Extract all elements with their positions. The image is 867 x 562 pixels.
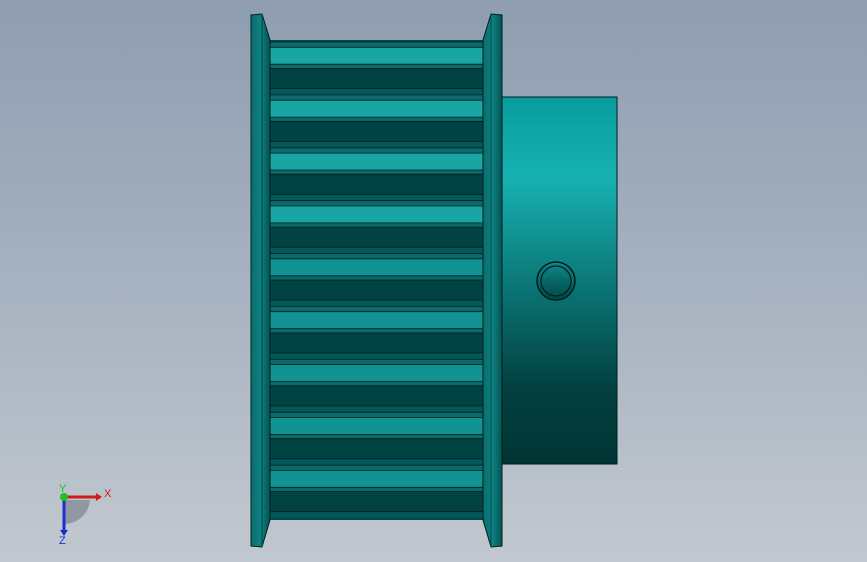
tooth-band xyxy=(270,222,483,228)
graphics-viewport[interactable]: X Z Y xyxy=(0,0,867,562)
tooth-band xyxy=(270,68,483,89)
tooth-band xyxy=(270,64,483,69)
tooth-band xyxy=(270,405,483,413)
right-flange[interactable] xyxy=(482,13,503,548)
tooth-band xyxy=(270,147,483,154)
tooth-band xyxy=(270,328,483,333)
tooth-band xyxy=(270,465,483,471)
tooth-band xyxy=(270,247,483,254)
x-axis-label: X xyxy=(104,488,112,500)
tooth-band xyxy=(270,258,483,276)
tooth-band xyxy=(270,194,483,201)
tooth-band xyxy=(270,280,483,301)
pulley-model[interactable] xyxy=(0,0,867,562)
tooth-band xyxy=(270,300,483,307)
tooth-band xyxy=(270,47,483,65)
y-axis-label: Y xyxy=(59,483,67,495)
teeth-section[interactable] xyxy=(268,40,484,520)
tooth-band xyxy=(270,306,483,312)
tooth-band xyxy=(270,88,483,95)
tooth-band xyxy=(270,311,483,329)
tooth-band xyxy=(270,458,483,466)
tooth-band xyxy=(270,200,483,206)
tooth-band xyxy=(270,141,483,148)
left-flange[interactable] xyxy=(250,13,271,548)
tooth-band xyxy=(270,94,483,101)
tooth-band xyxy=(270,227,483,248)
tooth-band xyxy=(270,174,483,195)
tooth-band xyxy=(270,253,483,259)
tooth-band xyxy=(270,434,483,439)
tooth-band xyxy=(270,100,483,118)
tooth-band xyxy=(270,417,483,435)
tooth-band xyxy=(270,121,483,142)
tooth-band xyxy=(270,385,483,406)
triad-shadow xyxy=(64,500,90,525)
coordinate-triad: X Z Y xyxy=(59,483,112,547)
tooth-band xyxy=(270,487,483,492)
hub[interactable] xyxy=(499,96,618,465)
tooth-band xyxy=(270,491,483,512)
tooth-band xyxy=(270,153,483,170)
tooth-band xyxy=(270,332,483,353)
tooth-band xyxy=(270,117,483,122)
tooth-band xyxy=(270,42,483,48)
tooth-band xyxy=(270,364,483,382)
tooth-band xyxy=(270,381,483,386)
z-axis-label: Z xyxy=(59,535,66,547)
tooth-band xyxy=(270,353,483,360)
tooth-band xyxy=(270,206,483,223)
tooth-band xyxy=(270,359,483,365)
tooth-band xyxy=(270,438,483,459)
tooth-band xyxy=(270,170,483,175)
x-axis-arrow-icon xyxy=(96,493,102,501)
tooth-band xyxy=(270,412,483,418)
tooth-band xyxy=(270,275,483,280)
tooth-band xyxy=(270,511,483,518)
tooth-band xyxy=(270,470,483,488)
set-screw-hole[interactable] xyxy=(536,261,576,301)
